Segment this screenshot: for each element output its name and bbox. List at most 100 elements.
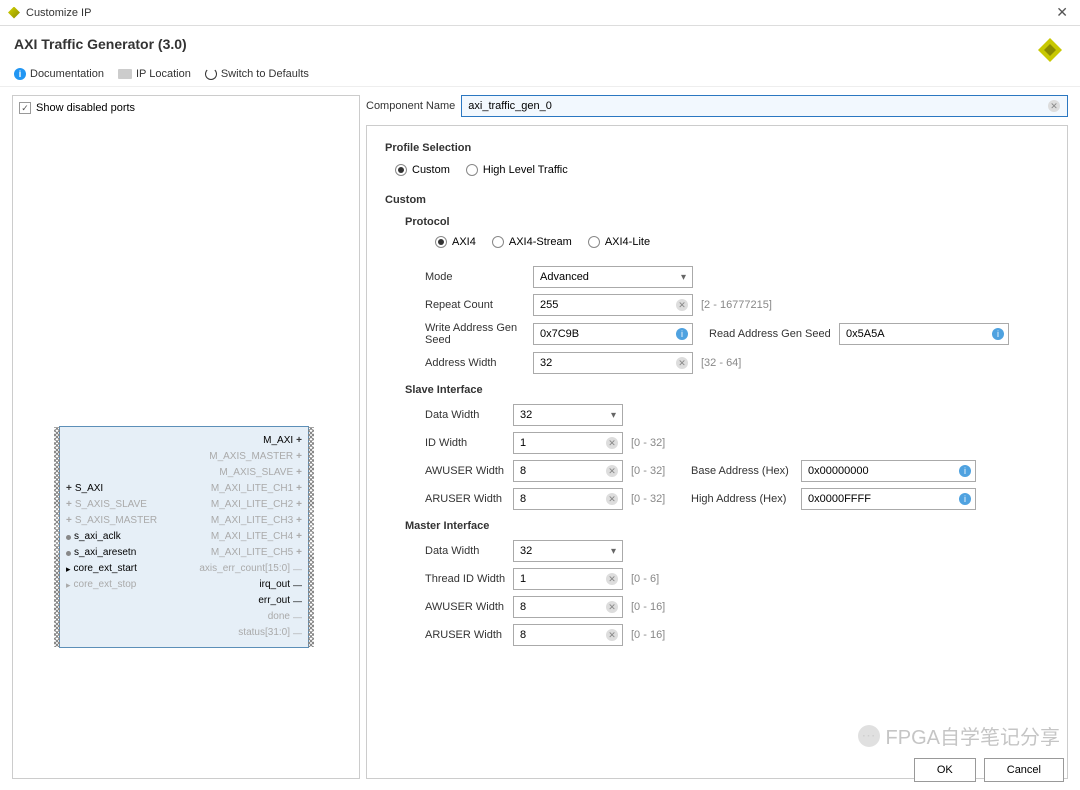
port-row: ▸core_ext_stopirq_out— [60, 577, 308, 593]
clear-icon[interactable]: ✕ [606, 629, 618, 641]
ip-location-link[interactable]: IP Location [118, 68, 191, 80]
master-aruser-label: ARUSER Width [425, 629, 513, 641]
master-awuser-hint: [0 - 16] [631, 601, 665, 613]
show-disabled-checkbox[interactable]: ✓ Show disabled ports [19, 102, 353, 114]
close-icon[interactable]: ✕ [1052, 4, 1072, 21]
xilinx-logo-icon [1038, 38, 1062, 62]
component-name-input[interactable] [461, 95, 1068, 117]
form-area: Profile Selection Custom High Level Traf… [366, 125, 1068, 779]
port-row: M_AXIS_SLAVE+ [60, 465, 308, 481]
folder-icon [118, 69, 132, 79]
port-row: s_axi_aresetnM_AXI_LITE_CH5+ [60, 545, 308, 561]
base-addr-label: Base Address (Hex) [691, 465, 801, 477]
port-label: M_AXIS_SLAVE [219, 466, 293, 480]
high-addr-input[interactable] [801, 488, 976, 510]
component-name-label: Component Name [366, 100, 455, 112]
ip-block-diagram: M_AXI+M_AXIS_MASTER+M_AXIS_SLAVE++S_AXIM… [59, 426, 309, 648]
ports-panel: ✓ Show disabled ports M_AXI+M_AXIS_MASTE… [12, 95, 360, 779]
addr-width-label: Address Width [425, 357, 533, 369]
window-title: Customize IP [26, 7, 1052, 19]
hatch-decoration [308, 427, 314, 647]
port-row: err_out— [60, 593, 308, 609]
slave-aruser-label: ARUSER Width [425, 493, 513, 505]
profile-custom-radio[interactable]: Custom [395, 164, 450, 176]
protocol-axi4stream-radio[interactable]: AXI4-Stream [492, 236, 572, 248]
clear-icon[interactable]: ✕ [676, 357, 688, 369]
master-aruser-hint: [0 - 16] [631, 629, 665, 641]
radio-icon [466, 164, 478, 176]
clear-icon[interactable]: ✕ [606, 437, 618, 449]
profile-section-title: Profile Selection [385, 142, 1049, 154]
clear-icon[interactable]: ✕ [606, 493, 618, 505]
read-seed-input[interactable] [839, 323, 1009, 345]
master-threadid-hint: [0 - 6] [631, 573, 659, 585]
info-icon: i [959, 465, 971, 477]
write-seed-input[interactable] [533, 323, 693, 345]
repeat-count-input[interactable] [533, 294, 693, 316]
page-header: AXI Traffic Generator (3.0) [0, 26, 1080, 62]
mode-label: Mode [425, 271, 533, 283]
radio-icon [395, 164, 407, 176]
port-row: +S_AXIS_MASTERM_AXI_LITE_CH3+ [60, 513, 308, 529]
port-row: status[31:0]— [60, 625, 308, 641]
hatch-decoration [54, 427, 60, 647]
port-row: M_AXIS_MASTER+ [60, 449, 308, 465]
config-panel: Component Name ✕ Profile Selection Custo… [366, 95, 1068, 779]
checkbox-icon: ✓ [19, 102, 31, 114]
high-addr-label: High Address (Hex) [691, 493, 801, 505]
documentation-link[interactable]: i Documentation [14, 68, 104, 80]
port-row: +S_AXIS_SLAVEM_AXI_LITE_CH2+ [60, 497, 308, 513]
master-threadid-label: Thread ID Width [425, 573, 513, 585]
port-row: done— [60, 609, 308, 625]
protocol-axi4-radio[interactable]: AXI4 [435, 236, 476, 248]
slave-aruser-hint: [0 - 32] [631, 493, 675, 505]
read-seed-label: Read Address Gen Seed [709, 328, 839, 340]
title-bar: Customize IP ✕ [0, 0, 1080, 26]
port-label: M_AXI_LITE_CH4 [211, 530, 293, 544]
clear-icon[interactable]: ✕ [606, 601, 618, 613]
port-label: S_AXI [75, 482, 103, 496]
port-label: err_out [258, 594, 290, 608]
slave-idwidth-label: ID Width [425, 437, 513, 449]
dialog-footer: OK Cancel [914, 758, 1064, 782]
profile-highlevel-radio[interactable]: High Level Traffic [466, 164, 568, 176]
xilinx-logo-icon [8, 7, 20, 19]
clear-icon[interactable]: ✕ [606, 465, 618, 477]
radio-icon [435, 236, 447, 248]
cancel-button[interactable]: Cancel [984, 758, 1064, 782]
addr-width-hint: [32 - 64] [701, 357, 741, 369]
slave-datawidth-label: Data Width [425, 409, 513, 421]
repeat-count-label: Repeat Count [425, 299, 533, 311]
base-addr-input[interactable] [801, 460, 976, 482]
port-label: M_AXIS_MASTER [209, 450, 293, 464]
ok-button[interactable]: OK [914, 758, 976, 782]
mode-select[interactable]: Advanced [533, 266, 693, 288]
port-label: S_AXIS_SLAVE [75, 498, 147, 512]
port-label: core_ext_stop [74, 578, 137, 592]
info-icon: i [14, 68, 26, 80]
clear-icon[interactable]: ✕ [1048, 100, 1060, 112]
port-label: M_AXI_LITE_CH1 [211, 482, 293, 496]
clear-icon[interactable]: ✕ [606, 573, 618, 585]
slave-idwidth-hint: [0 - 32] [631, 437, 665, 449]
info-icon: i [959, 493, 971, 505]
port-label: M_AXI_LITE_CH5 [211, 546, 293, 560]
slave-awuser-hint: [0 - 32] [631, 465, 675, 477]
addr-width-input[interactable] [533, 352, 693, 374]
port-label: S_AXIS_MASTER [75, 514, 157, 528]
page-title: AXI Traffic Generator (3.0) [14, 36, 187, 52]
port-row: ▸core_ext_startaxis_err_count[15:0]— [60, 561, 308, 577]
repeat-hint: [2 - 16777215] [701, 299, 772, 311]
slave-datawidth-select[interactable]: 32 [513, 404, 623, 426]
port-label: axis_err_count[15:0] [199, 562, 290, 576]
custom-section-title: Custom [385, 194, 1049, 206]
switch-defaults-link[interactable]: Switch to Defaults [205, 68, 309, 80]
port-label: core_ext_start [74, 562, 137, 576]
clear-icon[interactable]: ✕ [676, 299, 688, 311]
protocol-radio-group: AXI4 AXI4-Stream AXI4-Lite [435, 236, 1049, 248]
port-row: s_axi_aclkM_AXI_LITE_CH4+ [60, 529, 308, 545]
master-title: Master Interface [405, 520, 1049, 532]
master-datawidth-select[interactable]: 32 [513, 540, 623, 562]
slave-awuser-label: AWUSER Width [425, 465, 513, 477]
protocol-axi4lite-radio[interactable]: AXI4-Lite [588, 236, 650, 248]
